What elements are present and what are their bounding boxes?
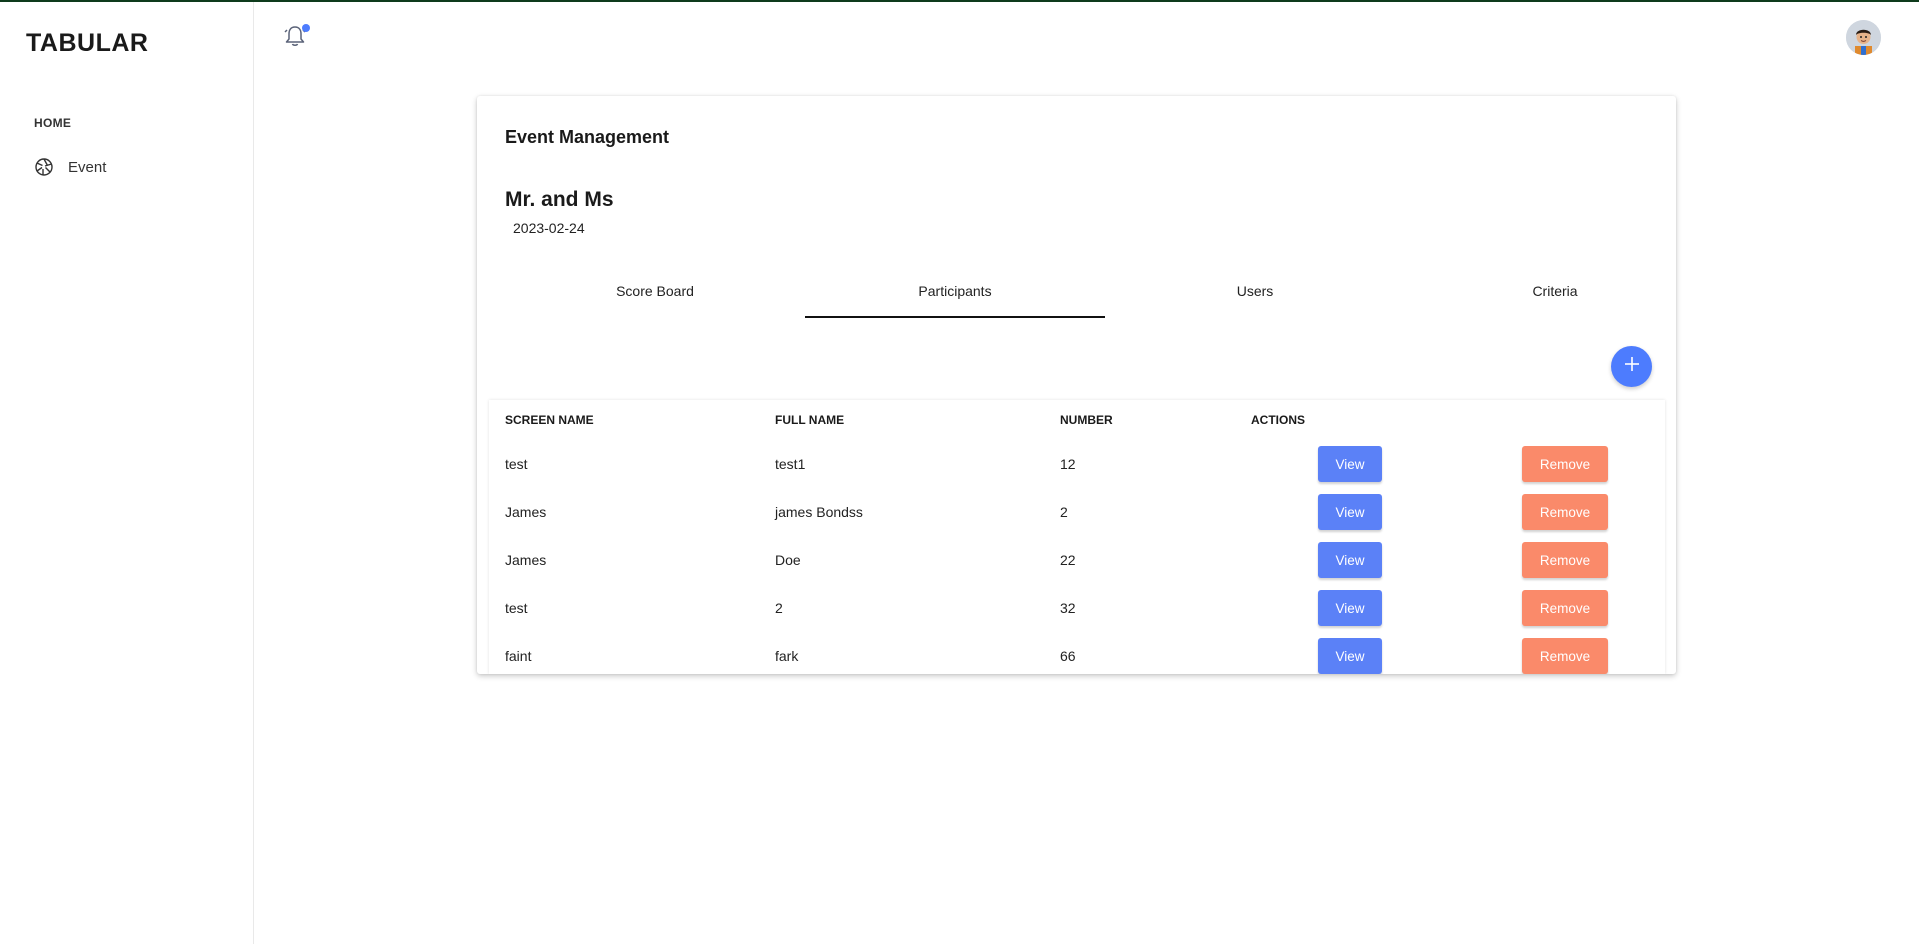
cell-remove: Remove — [1465, 632, 1665, 674]
cell-view: View — [1235, 632, 1465, 674]
table-row: test 2 32 View Remove — [489, 584, 1665, 632]
column-header-full-name: FULL NAME — [775, 413, 845, 427]
view-button[interactable]: View — [1318, 542, 1382, 578]
cell-number: 66 — [1060, 648, 1076, 664]
tab-users[interactable]: Users — [1105, 266, 1405, 318]
add-participant-button[interactable] — [1611, 346, 1652, 387]
sidebar-item-label: Event — [68, 158, 107, 176]
remove-button[interactable]: Remove — [1522, 446, 1608, 482]
table-header-row: SCREEN NAME FULL NAME NUMBER ACTIONS — [489, 400, 1665, 440]
event-date: 2023-02-24 — [513, 220, 585, 236]
sidebar-item-event[interactable]: Event — [34, 154, 106, 180]
remove-button[interactable]: Remove — [1522, 542, 1608, 578]
column-header-screen-name: SCREEN NAME — [505, 413, 594, 427]
plus-icon — [1624, 356, 1640, 377]
cell-screen-name: test — [505, 600, 528, 616]
participants-table: SCREEN NAME FULL NAME NUMBER ACTIONS tes… — [489, 400, 1665, 674]
cell-remove: Remove — [1465, 440, 1665, 488]
cell-full-name: fark — [775, 648, 799, 664]
cell-full-name: test1 — [775, 456, 806, 472]
event-name: Mr. and Ms — [505, 188, 614, 211]
tab-score-board[interactable]: Score Board — [505, 266, 805, 318]
cell-full-name: james Bondss — [775, 504, 863, 520]
cell-number: 22 — [1060, 552, 1076, 568]
cell-number: 2 — [1060, 504, 1068, 520]
cell-view: View — [1235, 536, 1465, 584]
cell-view: View — [1235, 488, 1465, 536]
column-header-number: NUMBER — [1060, 413, 1113, 427]
notification-button[interactable] — [284, 24, 310, 52]
cell-screen-name: James — [505, 504, 547, 520]
column-header-actions-spacer — [1465, 400, 1665, 440]
cell-number: 12 — [1060, 456, 1076, 472]
sidebar: TABULAR HOME Event — [0, 2, 254, 944]
cell-full-name: Doe — [775, 552, 801, 568]
cell-remove: Remove — [1465, 536, 1665, 584]
cell-view: View — [1235, 440, 1465, 488]
top-accent-line — [0, 0, 1919, 2]
cell-view: View — [1235, 584, 1465, 632]
table-row: James Doe 22 View Remove — [489, 536, 1665, 584]
column-header-actions: ACTIONS — [1251, 413, 1305, 427]
notification-dot — [302, 24, 310, 32]
user-avatar[interactable] — [1846, 20, 1881, 55]
aperture-icon — [34, 157, 54, 177]
cell-screen-name: test — [505, 456, 528, 472]
remove-button[interactable]: Remove — [1522, 638, 1608, 674]
tab-criteria[interactable]: Criteria — [1405, 266, 1676, 318]
event-tabs: Score Board Participants Users Criteria — [505, 266, 1676, 318]
remove-button[interactable]: Remove — [1522, 494, 1608, 530]
bell-icon — [284, 26, 306, 52]
table-row: faint fark 66 View Remove — [489, 632, 1665, 674]
app-logo: TABULAR — [26, 29, 149, 57]
cell-screen-name: James — [505, 552, 547, 568]
remove-button[interactable]: Remove — [1522, 590, 1608, 626]
cell-screen-name: faint — [505, 648, 532, 664]
view-button[interactable]: View — [1318, 494, 1382, 530]
table-row: James james Bondss 2 View Remove — [489, 488, 1665, 536]
view-button[interactable]: View — [1318, 590, 1382, 626]
tab-participants[interactable]: Participants — [805, 266, 1105, 318]
view-button[interactable]: View — [1318, 446, 1382, 482]
page-title: Event Management — [505, 127, 670, 147]
event-management-card: Event Management Mr. and Ms 2023-02-24 S… — [477, 96, 1676, 674]
cell-remove: Remove — [1465, 488, 1665, 536]
cell-number: 32 — [1060, 600, 1076, 616]
view-button[interactable]: View — [1318, 638, 1382, 674]
cell-remove: Remove — [1465, 584, 1665, 632]
nav-section-title: HOME — [34, 116, 72, 130]
table-row: test test1 12 View Remove — [489, 440, 1665, 488]
cell-full-name: 2 — [775, 600, 783, 616]
